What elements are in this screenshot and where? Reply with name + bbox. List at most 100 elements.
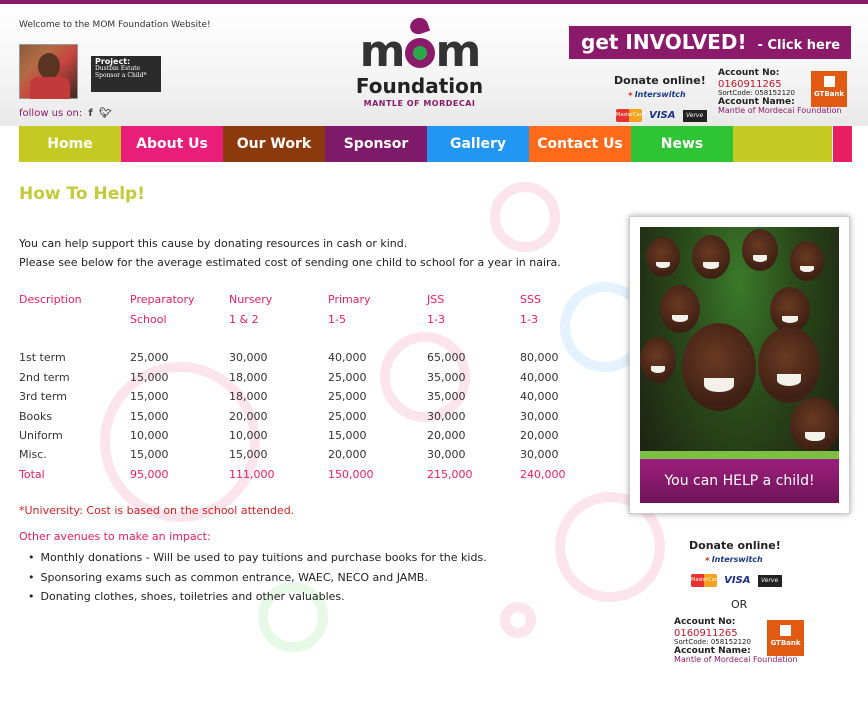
help-a-child-banner[interactable]: You can HELP a child! xyxy=(629,216,850,514)
table-cell: 15,000 xyxy=(130,390,169,404)
decor-ring xyxy=(500,602,536,638)
welcome-text: Welcome to the MOM Foundation Website! xyxy=(19,20,211,30)
payment-cards[interactable]: MasterCard VISA Verve xyxy=(616,105,707,122)
table-cell xyxy=(19,309,130,328)
project-thumbnail[interactable] xyxy=(19,44,78,99)
table-cell: 40,000 xyxy=(520,390,559,404)
table-cell: 30,000 xyxy=(427,409,466,423)
table-cell: JSS xyxy=(427,293,445,307)
table-cell: 25,000 xyxy=(328,390,367,404)
donate-online-heading: Donate online! xyxy=(614,74,706,87)
intro-text: You can help support this cause by donat… xyxy=(19,234,561,272)
table-header-row: School 1 & 2 1-5 1-3 1-3 xyxy=(19,309,580,328)
table-cell: Books xyxy=(19,409,53,423)
table-cell: 150,000 xyxy=(328,467,374,481)
or-separator: OR xyxy=(731,598,748,611)
table-row: Books 15,000 20,000 25,000 30,000 30,000 xyxy=(19,406,580,425)
table-cell: 30,000 xyxy=(520,409,559,423)
table-cell: Nursery xyxy=(229,293,273,307)
table-cell: 10,000 xyxy=(130,428,169,442)
sidebar-donate-heading: Donate online! xyxy=(689,539,781,552)
get-involved-button[interactable]: get INVOLVED! - Click here xyxy=(569,26,851,59)
table-cell: SSS xyxy=(520,293,541,307)
banner-caption: You can HELP a child! xyxy=(640,459,839,503)
account-name: Mantle of Mordecai Foundation xyxy=(674,655,798,665)
sidebar-gtbank-logo: GTBank xyxy=(767,620,804,656)
table-row: 1st term 25,000 30,000 40,000 65,000 80,000 xyxy=(19,348,580,367)
table-cell: 30,000 xyxy=(229,351,268,365)
list-item: Monthly donations - Will be used to pay … xyxy=(19,548,487,568)
table-cell: 1-5 xyxy=(328,312,346,326)
table-cell: 30,000 xyxy=(427,448,466,462)
project-line2: Sponsor a Child* xyxy=(95,71,147,79)
table-cell: 215,000 xyxy=(427,467,473,481)
table-cell: 35,000 xyxy=(427,370,466,384)
table-cell: Total xyxy=(19,467,45,481)
table-cell: 10,000 xyxy=(229,428,268,442)
nav-home[interactable]: Home xyxy=(19,126,121,162)
nav-contact-us[interactable]: Contact Us xyxy=(529,126,631,162)
table-cell: 30,000 xyxy=(520,448,559,462)
table-cell: 240,000 xyxy=(520,467,566,481)
table-cell: Primary xyxy=(328,293,371,307)
table-cell: 95,000 xyxy=(130,467,169,481)
follow-label: follow us on: xyxy=(19,108,83,119)
mastercard-icon: MasterCard xyxy=(616,109,645,122)
table-cell: 1-3 xyxy=(520,312,538,326)
nav-about-us[interactable]: About Us xyxy=(121,126,223,162)
interswitch-logo: ✶Interswitch xyxy=(627,90,686,99)
table-cell: 18,000 xyxy=(229,370,268,384)
site-logo[interactable]: mm Foundation MANTLE OF MORDECAI xyxy=(352,15,487,115)
table-cell: 20,000 xyxy=(427,428,466,442)
children-photo: You can HELP a child! xyxy=(640,227,839,503)
avenues-heading: Other avenues to make an impact: xyxy=(19,530,211,543)
click-here-link[interactable]: - Click here xyxy=(758,38,841,53)
table-cell: 3rd term xyxy=(19,390,67,404)
logo-wordmark: mm xyxy=(352,15,487,74)
facebook-icon[interactable]: f xyxy=(88,108,92,119)
list-item: Donating clothes, shoes, toiletries and … xyxy=(19,587,487,607)
follow-us: follow us on: f 🐦︎ xyxy=(19,108,112,119)
table-total-row: Total 95,000 111,000 150,000 215,000 240,000 xyxy=(19,465,580,484)
site-header: Welcome to the MOM Foundation Website! P… xyxy=(0,4,868,126)
visa-icon: VISA xyxy=(649,110,676,121)
twitter-icon[interactable]: 🐦︎ xyxy=(99,108,112,119)
table-cell: 40,000 xyxy=(328,351,367,365)
avenues-list: Monthly donations - Will be used to pay … xyxy=(19,548,487,607)
list-item: Sponsoring exams such as common entrance… xyxy=(19,568,487,588)
table-cell: 65,000 xyxy=(427,351,466,365)
table-row: 2nd term 15,000 18,000 25,000 35,000 40,000 xyxy=(19,368,580,387)
table-cell: 35,000 xyxy=(427,390,466,404)
page-title: How To Help! xyxy=(19,184,145,204)
sidebar-interswitch-logo: ✶Interswitch xyxy=(704,555,763,564)
nav-end-cap xyxy=(833,126,852,162)
nav-gallery[interactable]: Gallery xyxy=(427,126,529,162)
cost-table: Description Preparatory Nursery Primary JSS S… xyxy=(19,290,580,484)
table-cell: 15,000 xyxy=(130,409,169,423)
table-cell: 25,000 xyxy=(130,351,169,365)
table-header-row: Description Preparatory Nursery Primary JSS S… xyxy=(19,290,580,309)
table-cell: 15,000 xyxy=(130,448,169,462)
logo-tagline: MANTLE OF MORDECAI xyxy=(363,99,476,108)
table-row: Uniform 10,000 10,000 15,000 20,000 20,000 xyxy=(19,426,580,445)
table-cell: Misc. xyxy=(19,448,47,462)
verve-icon: Verve xyxy=(757,574,782,587)
table-cell: School xyxy=(130,312,167,326)
project-label[interactable]: Project: Dustbin Estate Sponsor a Child* xyxy=(91,56,161,92)
account-name: Mantle of Mordecai Foundation xyxy=(718,106,842,116)
mastercard-icon: MasterCard xyxy=(691,574,720,587)
table-cell: 15,000 xyxy=(229,448,268,462)
visa-icon: VISA xyxy=(724,575,751,586)
table-cell: Description xyxy=(19,293,82,307)
table-cell: 25,000 xyxy=(328,370,367,384)
logo-foundation: Foundation xyxy=(355,74,484,98)
intro-line-2: Please see below for the average estimat… xyxy=(19,256,561,269)
nav-news[interactable]: News xyxy=(631,126,733,162)
table-cell: 25,000 xyxy=(328,409,367,423)
sidebar-payment-cards[interactable]: MasterCard VISA Verve xyxy=(691,570,782,589)
table-cell: 40,000 xyxy=(520,370,559,384)
table-cell: 1st term xyxy=(19,351,66,365)
nav-our-work[interactable]: Our Work xyxy=(223,126,325,162)
table-cell: 15,000 xyxy=(328,428,367,442)
nav-sponsor[interactable]: Sponsor xyxy=(325,126,427,162)
